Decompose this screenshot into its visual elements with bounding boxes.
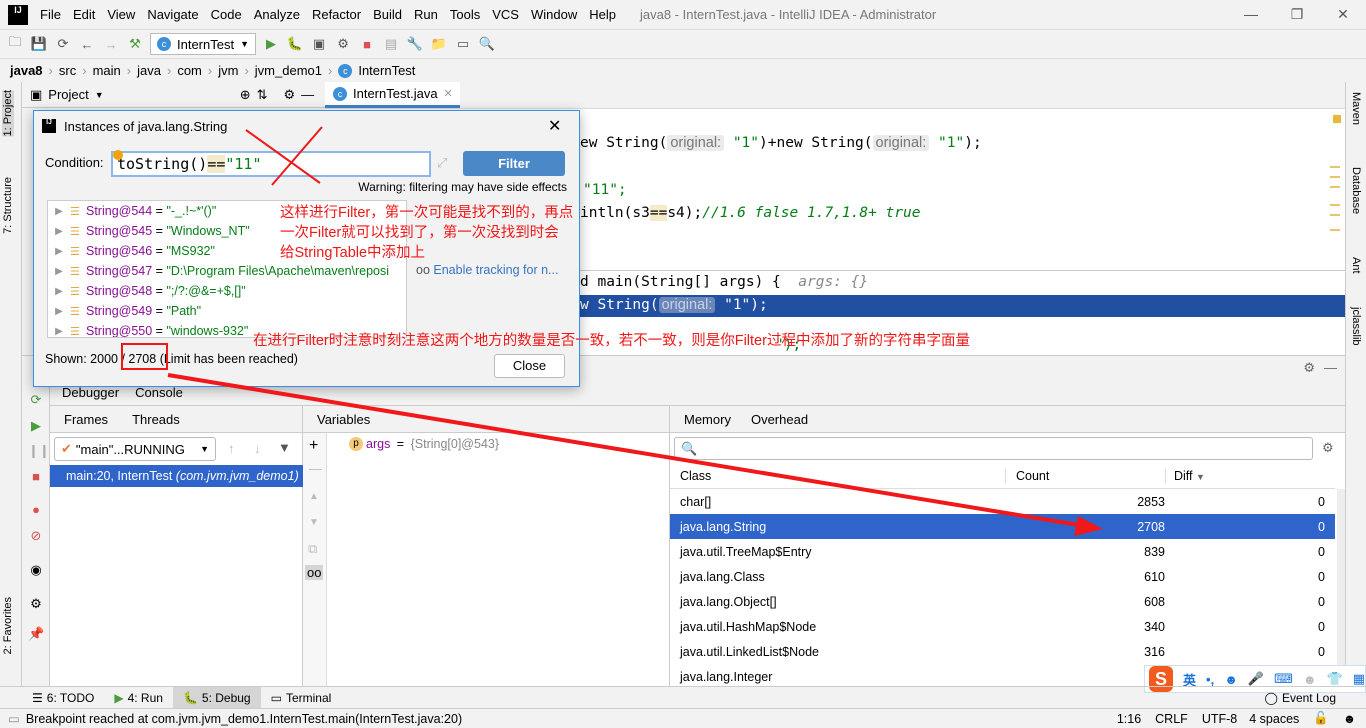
red-highlight-box [121,343,168,370]
red-x-mark [271,126,323,186]
annotation-overlay [121,126,1103,536]
red-x-mark [245,129,321,184]
red-arrow-head [1074,516,1103,536]
red-arrow-line [167,373,1086,528]
